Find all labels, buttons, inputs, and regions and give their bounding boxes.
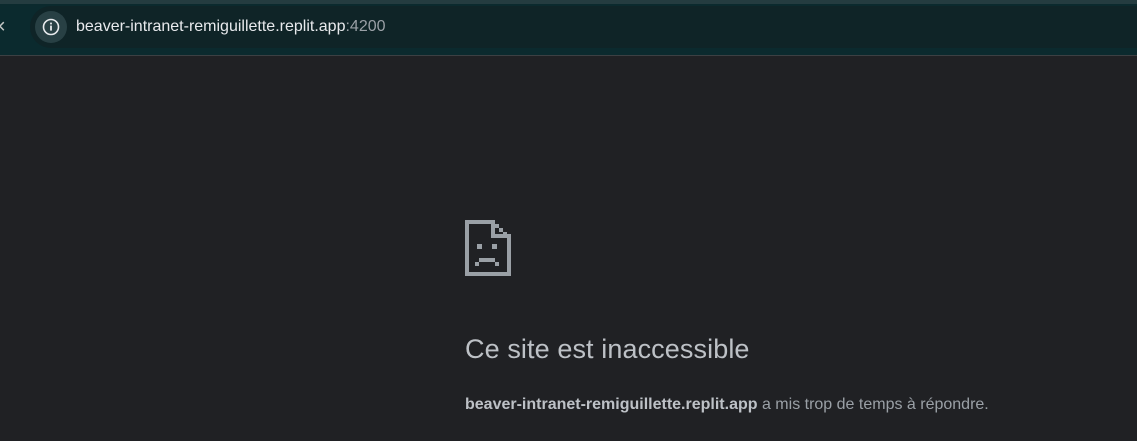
url-port: :4200 [345, 18, 386, 35]
url-host: beaver-intranet-remiguillette.replit.app [76, 18, 346, 35]
tab-strip-edge [0, 0, 1137, 4]
error-title: Ce site est inaccessible [465, 334, 750, 364]
sad-file-icon [465, 220, 511, 276]
stop-loading-icon[interactable]: × [0, 16, 8, 38]
url-text[interactable]: beaver-intranet-remiguillette.replit.app… [76, 6, 386, 48]
error-detail: beaver-intranet-remiguillette.replit.app… [465, 396, 989, 414]
info-icon [42, 18, 60, 36]
address-bar[interactable]: beaver-intranet-remiguillette.replit.app… [30, 6, 1137, 48]
site-info-button[interactable] [35, 11, 67, 43]
error-message: a mis trop de temps à répondre. [757, 396, 989, 413]
error-host: beaver-intranet-remiguillette.replit.app [465, 396, 758, 413]
browser-toolbar: × beaver-intranet-remiguillette.replit.a… [0, 0, 1137, 56]
